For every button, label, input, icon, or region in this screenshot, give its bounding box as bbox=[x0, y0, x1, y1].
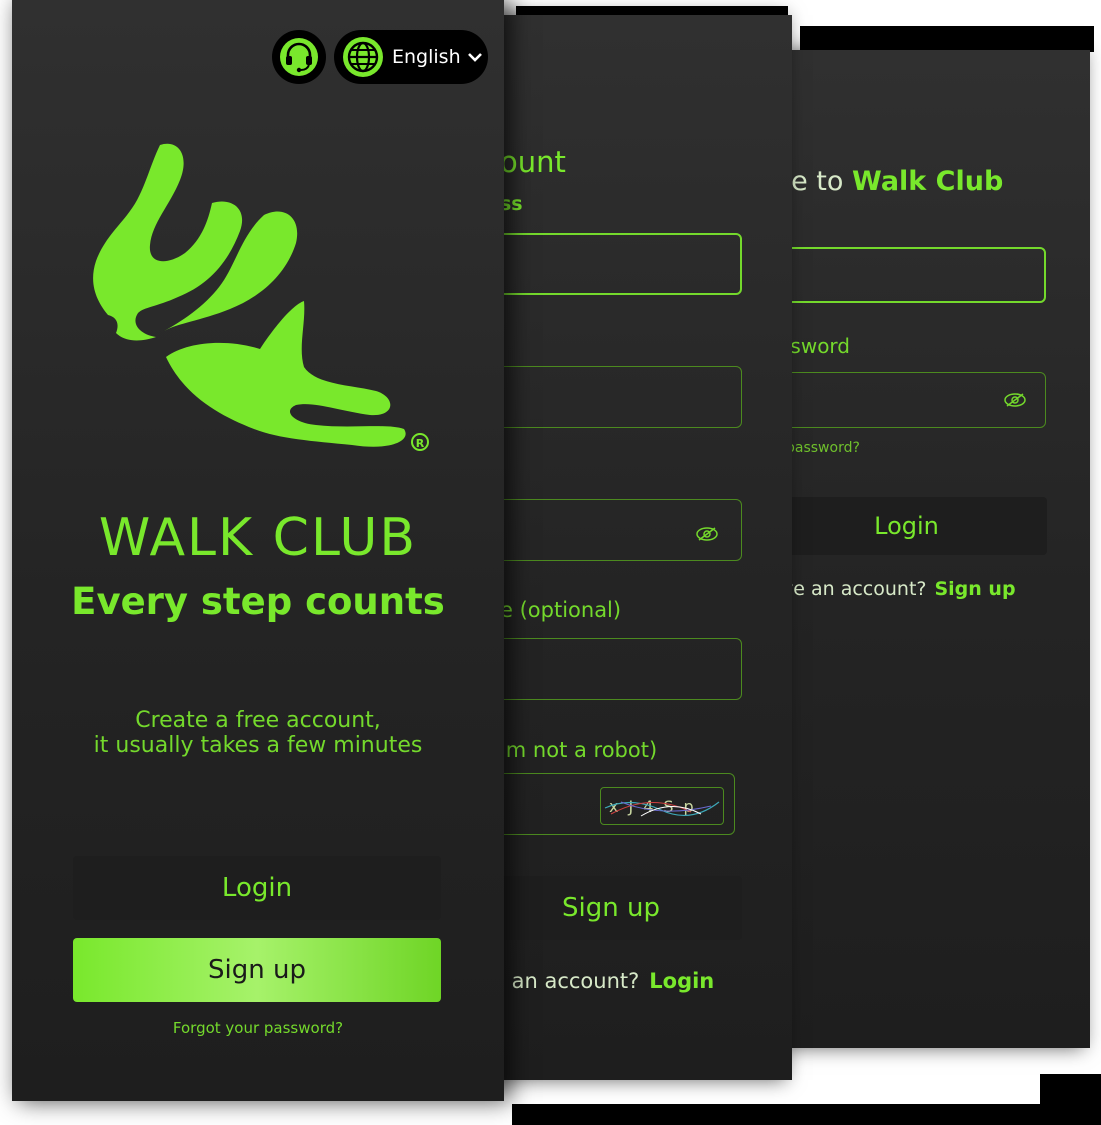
backdrop-strip-right-bottom bbox=[1040, 1074, 1101, 1125]
signup-screen: ount ss e (optional) 'm not a robot) xJ4… bbox=[500, 15, 792, 1080]
login-screen: ne to Walk Club ssword password? Login v… bbox=[786, 50, 1090, 1048]
captcha-image: xJ4Sp bbox=[600, 787, 724, 825]
tagline: Every step counts bbox=[71, 580, 445, 623]
signup-title: ount bbox=[500, 145, 566, 179]
walk-club-logo: R bbox=[93, 143, 429, 451]
login-title: ne to Walk Club bbox=[786, 166, 1004, 197]
language-label: English bbox=[392, 46, 461, 68]
login-bottom-row: ve an account? Sign up bbox=[786, 578, 1016, 600]
login-forgot-link[interactable]: password? bbox=[786, 440, 860, 456]
signup-robot-label: 'm not a robot) bbox=[500, 738, 658, 762]
signup-optional-label: e (optional) bbox=[500, 598, 622, 622]
welcome-screen: English R WALK CLUB Every step counts Cr… bbox=[12, 0, 504, 1101]
signup-optional-field[interactable] bbox=[500, 638, 742, 700]
login-email-field[interactable] bbox=[786, 247, 1046, 303]
backdrop-strip-right-top bbox=[800, 26, 1094, 52]
support-button[interactable] bbox=[272, 30, 326, 84]
signup-button[interactable]: Sign up bbox=[500, 876, 742, 940]
eye-icon[interactable] bbox=[1004, 392, 1026, 408]
registered-icon: R bbox=[411, 433, 429, 451]
login-title-brand: Walk Club bbox=[852, 166, 1004, 197]
signup-button[interactable]: Sign up bbox=[73, 938, 441, 1002]
signup-email-field[interactable] bbox=[500, 233, 742, 295]
login-link[interactable]: Login bbox=[649, 969, 714, 993]
login-button[interactable]: Login bbox=[73, 856, 441, 920]
globe-icon bbox=[343, 37, 383, 77]
backdrop-strip-bottom bbox=[512, 1104, 1101, 1125]
chevron-down-icon bbox=[467, 53, 482, 62]
headset-icon bbox=[280, 38, 318, 76]
signup-bottom-row: e an account? Login bbox=[500, 969, 715, 993]
login-password-label: ssword bbox=[786, 334, 850, 358]
svg-text:R: R bbox=[416, 437, 425, 450]
intro-line-2: it usually takes a few minutes bbox=[93, 733, 423, 758]
brand-name: WALK CLUB bbox=[98, 508, 418, 568]
eye-icon[interactable] bbox=[696, 526, 718, 542]
intro-line-1: Create a free account, bbox=[135, 708, 381, 733]
login-button[interactable]: Login bbox=[786, 497, 1047, 555]
forgot-password-link[interactable]: Forgot your password? bbox=[12, 1019, 504, 1037]
signup-username-field[interactable] bbox=[500, 366, 742, 428]
intro-text: Create a free account, it usually takes … bbox=[12, 708, 504, 758]
captcha-text: xJ4Sp bbox=[609, 797, 704, 816]
language-selector[interactable]: English bbox=[334, 30, 488, 84]
signup-link[interactable]: Sign up bbox=[934, 578, 1015, 600]
